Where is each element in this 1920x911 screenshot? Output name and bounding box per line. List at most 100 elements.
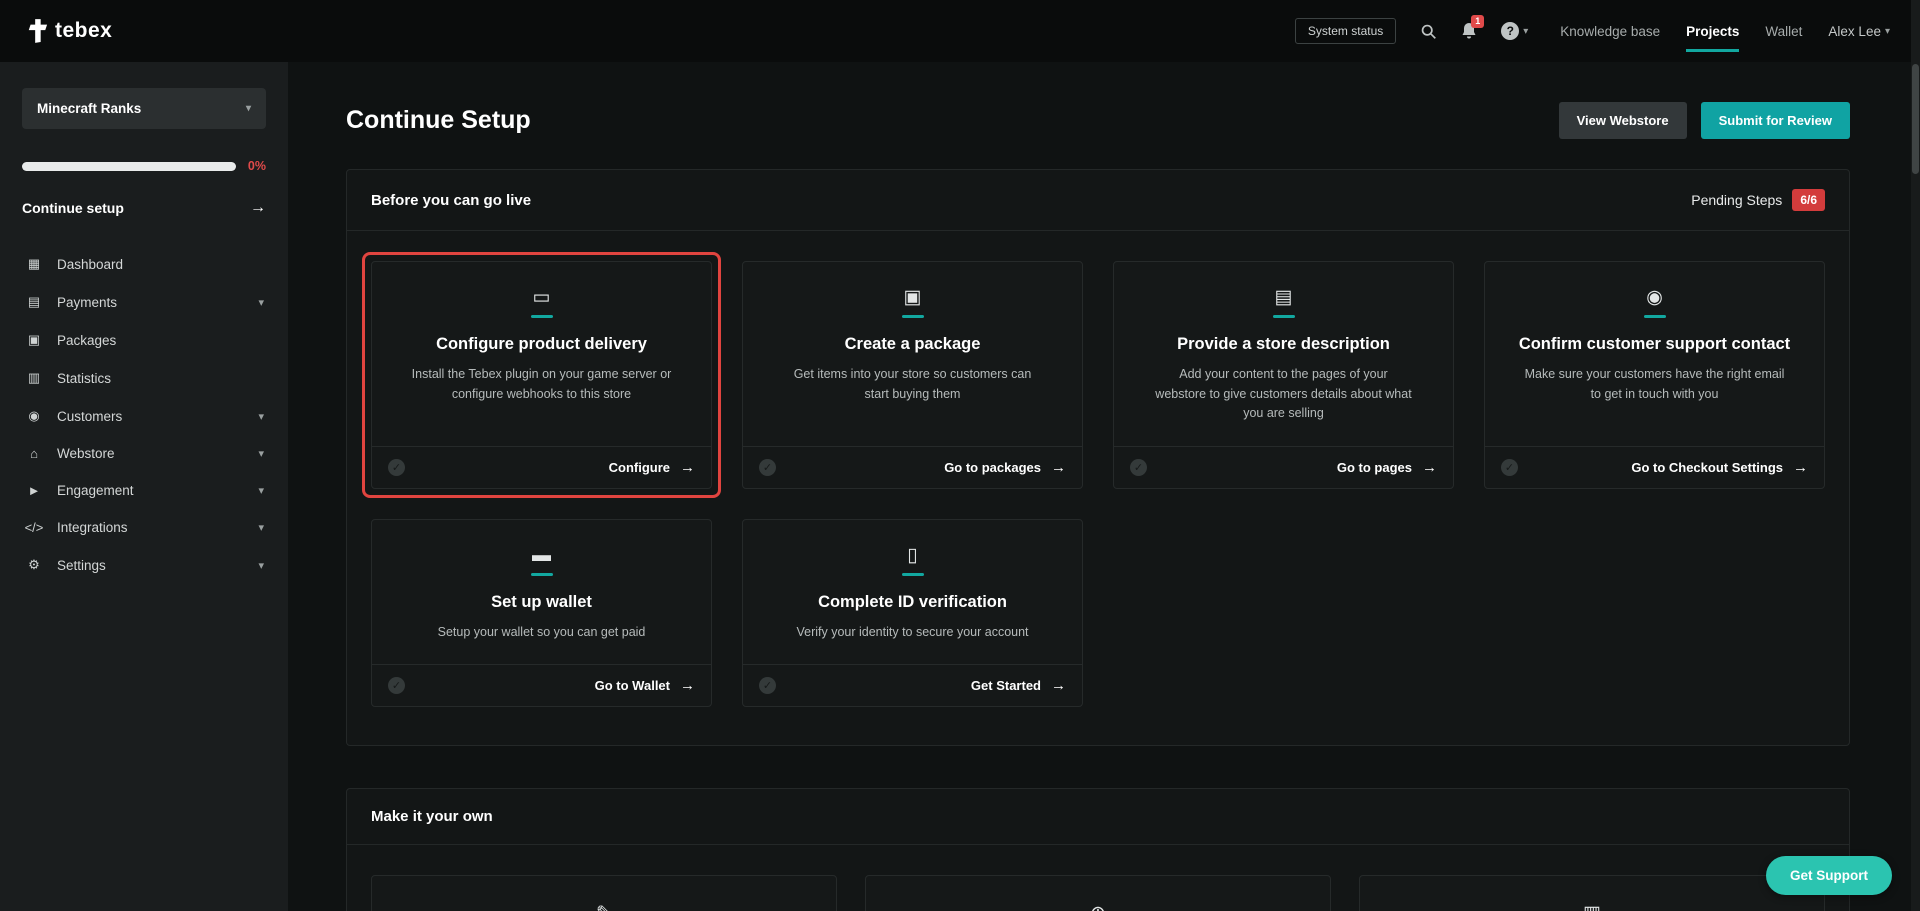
card-confirm-customer-support: ◉ Confirm customer support contact Make … <box>1484 261 1825 489</box>
sidebar-item-settings[interactable]: ⚙ Settings ▾ <box>0 546 288 584</box>
setup-card-grid: ▭ Configure product delivery Install the… <box>347 231 1849 745</box>
payments-icon: ▤ <box>27 294 41 309</box>
nav-knowledge-base[interactable]: Knowledge base <box>1560 24 1660 39</box>
progress-percent: 0% <box>247 159 266 173</box>
sidebar-continue-setup[interactable]: Continue setup → <box>22 199 266 223</box>
arrow-right-icon: → <box>250 199 266 216</box>
icon-underline <box>530 572 553 576</box>
sidebar-item-integrations[interactable]: </> Integrations ▾ <box>0 509 288 546</box>
help-menu[interactable]: ? ▾ <box>1501 22 1528 40</box>
pending-steps-label: Pending Steps <box>1691 192 1783 208</box>
card-set-up-wallet: ▬ Set up wallet Setup your wallet so you… <box>371 518 712 708</box>
logo-text: tebex <box>55 19 113 42</box>
go-to-pages-action[interactable]: Go to pages → <box>1337 459 1437 476</box>
progress-bar <box>22 161 236 171</box>
icon-underline <box>530 315 553 318</box>
arrow-right-icon: → <box>1051 458 1066 476</box>
page-scrollbar[interactable] <box>1911 0 1920 911</box>
sidebar-item-engagement[interactable]: ► Engagement ▾ <box>0 472 288 509</box>
customize-card[interactable]: ✎ <box>371 875 837 911</box>
engagement-icon: ► <box>27 483 41 498</box>
dashboard-icon: ▦ <box>27 256 41 271</box>
chevron-down-icon: ▾ <box>1523 25 1529 37</box>
statistics-icon: ▥ <box>27 370 41 385</box>
go-to-packages-action[interactable]: Go to packages → <box>944 459 1066 476</box>
check-circle-icon: ✓ <box>1501 458 1518 476</box>
help-icon: ? <box>1501 22 1520 40</box>
topbar: tebex System status 1 ? ▾ Knowledge base… <box>0 0 1920 62</box>
chevron-down-icon: ▾ <box>258 522 264 534</box>
tebex-logo-icon <box>28 19 48 43</box>
sidebar-item-payments[interactable]: ▤ Payments ▾ <box>0 283 288 321</box>
system-status-button[interactable]: System status <box>1294 18 1397 44</box>
arrow-right-icon: → <box>680 458 695 476</box>
customers-icon: ◉ <box>28 408 40 423</box>
plug-icon: ▭ <box>532 287 551 308</box>
project-selector[interactable]: Minecraft Ranks ▾ <box>22 88 266 129</box>
arrow-right-icon: → <box>1051 677 1066 695</box>
sidebar-item-dashboard[interactable]: ▦ Dashboard <box>0 245 288 283</box>
go-live-panel: Before you can go live Pending Steps 6/6… <box>346 169 1850 747</box>
icon-underline <box>901 315 924 318</box>
check-circle-icon: ✓ <box>1130 458 1147 476</box>
icon-underline <box>1272 315 1295 318</box>
sidebar: Minecraft Ranks ▾ 0% Continue setup → ▦ … <box>0 62 288 911</box>
icon-underline <box>901 572 924 576</box>
chevron-down-icon: ▾ <box>245 103 251 114</box>
configure-action[interactable]: Configure → <box>609 459 695 476</box>
nav-wallet[interactable]: Wallet <box>1765 24 1802 39</box>
top-nav: Knowledge base Projects Wallet Alex Lee … <box>1560 24 1890 52</box>
id-card-icon: ▯ <box>907 544 918 566</box>
webstore-icon: ⌂ <box>30 446 38 461</box>
scrollbar-thumb[interactable] <box>1912 64 1919 174</box>
panel-title: Make it your own <box>371 808 493 826</box>
chevron-down-icon: ▾ <box>258 296 264 309</box>
sidebar-item-webstore[interactable]: ⌂ Webstore ▾ <box>0 435 288 472</box>
get-started-action[interactable]: Get Started → <box>971 677 1066 694</box>
pending-steps-badge: 6/6 <box>1792 189 1825 211</box>
people-icon: ◉ <box>1646 287 1663 308</box>
chevron-down-icon: ▾ <box>258 559 264 572</box>
check-circle-icon: ✓ <box>759 458 776 476</box>
chevron-down-icon: ▾ <box>258 448 264 460</box>
view-webstore-button[interactable]: View Webstore <box>1558 102 1687 139</box>
arrow-right-icon: → <box>1422 458 1437 476</box>
nav-user-menu[interactable]: Alex Lee ▾ <box>1828 24 1890 39</box>
chevron-down-icon: ▾ <box>258 485 264 497</box>
make-it-your-own-panel: Make it your own ✎ ⊕ ▥ <box>346 788 1850 911</box>
check-circle-icon: ✓ <box>388 458 405 476</box>
settings-gear-icon: ⚙ <box>28 557 40 572</box>
chevron-down-icon: ▾ <box>258 410 264 423</box>
customize-card[interactable]: ⊕ <box>865 875 1331 911</box>
tebex-logo[interactable]: tebex <box>26 18 112 44</box>
bar-chart-icon: ▥ <box>1360 904 1824 911</box>
panel-title: Before you can go live <box>371 191 532 209</box>
go-to-wallet-action[interactable]: Go to Wallet → <box>595 677 695 694</box>
submit-for-review-button[interactable]: Submit for Review <box>1700 102 1850 139</box>
get-support-button[interactable]: Get Support <box>1766 856 1892 895</box>
page-title: Continue Setup <box>346 106 531 134</box>
search-icon[interactable] <box>1420 23 1437 40</box>
pencil-icon: ✎ <box>372 904 836 911</box>
user-name: Alex Lee <box>1828 23 1881 39</box>
card-complete-id-verification: ▯ Complete ID verification Verify your i… <box>742 518 1083 708</box>
project-name: Minecraft Ranks <box>37 101 142 116</box>
card-provide-store-description: ▤ Provide a store description Add your c… <box>1113 261 1454 489</box>
sidebar-item-statistics[interactable]: ▥ Statistics <box>0 359 288 397</box>
sidebar-item-packages[interactable]: ▣ Packages <box>0 321 288 359</box>
chevron-down-icon: ▾ <box>1884 25 1890 37</box>
card-configure-product-delivery: ▭ Configure product delivery Install the… <box>362 252 721 498</box>
sidebar-item-customers[interactable]: ◉ Customers ▾ <box>0 397 288 435</box>
wallet-icon: ▬ <box>532 544 551 566</box>
arrow-right-icon: → <box>680 677 695 695</box>
go-to-checkout-settings-action[interactable]: Go to Checkout Settings → <box>1631 459 1808 476</box>
customize-card-grid: ✎ ⊕ ▥ <box>347 845 1849 911</box>
setup-progress: 0% <box>22 159 266 173</box>
nav-projects[interactable]: Projects <box>1686 24 1740 52</box>
customize-card[interactable]: ▥ <box>1359 875 1825 911</box>
notifications-bell-icon[interactable]: 1 <box>1461 15 1485 40</box>
integrations-icon: </> <box>24 520 44 535</box>
main-content: Continue Setup View Webstore Submit for … <box>288 62 1920 911</box>
arrow-right-icon: → <box>1793 458 1808 476</box>
check-circle-icon: ✓ <box>759 677 776 695</box>
